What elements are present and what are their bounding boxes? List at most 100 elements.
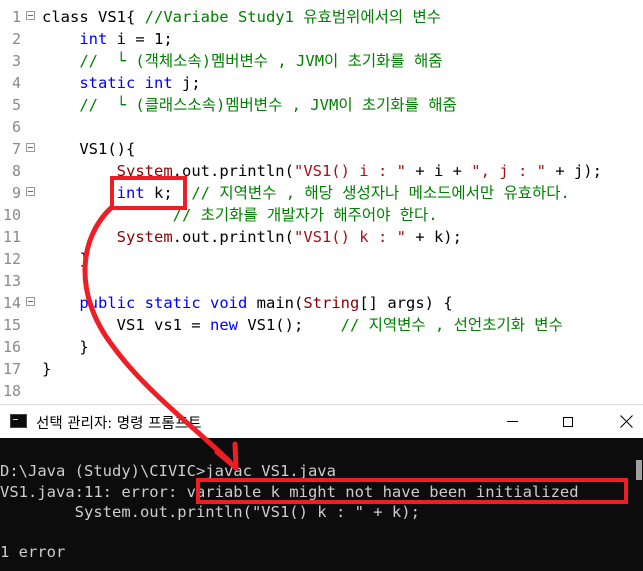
code-token: int: [144, 74, 173, 92]
line-number: 14: [2, 294, 21, 312]
console-scrollbar[interactable]: [634, 438, 643, 571]
console-line: 1 error: [0, 543, 66, 561]
console-output[interactable]: D:\Java (Study)\CIVIC>javac VS1.java VS1…: [0, 438, 643, 571]
code-line[interactable]: 2 int i = 1;: [0, 28, 643, 50]
close-button[interactable]: [603, 405, 643, 438]
code-token: // 지역변수 , 해당 생성자나 메소드에서만 유효하다.: [191, 184, 570, 202]
code-text: // └ (객체소속)멤버변수 , JVM이 초기화를 해줌: [42, 50, 443, 72]
code-line[interactable]: 17}: [0, 358, 643, 380]
line-number: 7: [11, 140, 21, 158]
code-line[interactable]: 6: [0, 116, 643, 138]
code-text: class VS1{ //Variabe Study1 유효범위에서의 변수: [42, 6, 441, 28]
line-number: 18: [2, 382, 21, 400]
code-token: + i +: [405, 162, 472, 180]
code-line[interactable]: 5 // └ (클래스소속)멤버변수 , JVM이 초기화를 해줌: [0, 94, 643, 116]
line-number: 9: [11, 184, 21, 202]
line-number: 15: [2, 316, 21, 334]
line-number: 4: [11, 74, 21, 92]
minimize-icon: [506, 421, 518, 422]
code-editor[interactable]: 1 class VS1{ //Variabe Study1 유효범위에서의 변수 2…: [0, 0, 643, 404]
code-token: j;: [172, 74, 201, 92]
code-line[interactable]: 13: [0, 270, 643, 292]
code-token: main(: [247, 294, 304, 312]
code-token: new: [209, 316, 238, 334]
fold-toggle-icon[interactable]: [26, 143, 35, 152]
fold-toggle-icon[interactable]: [26, 187, 35, 196]
line-number: 6: [11, 118, 21, 136]
window-titlebar[interactable]: 선택 관리자: 명령 프롬프트: [0, 404, 643, 438]
minimize-button[interactable]: [489, 405, 535, 438]
code-token: // └ (클래스소속)멤버변수 , JVM이 초기화를 해줌: [79, 96, 457, 114]
code-text: VS1(){: [42, 138, 135, 160]
line-number: 8: [11, 162, 21, 180]
code-token: // └ (객체소속)멤버변수 , JVM이 초기화를 해줌: [79, 52, 443, 70]
fold-toggle-icon[interactable]: [26, 297, 35, 306]
code-line[interactable]: 10 // 초기화를 개발자가 해주어야 한다.: [0, 204, 643, 226]
code-token: }: [42, 250, 89, 268]
line-number: 2: [11, 30, 21, 48]
code-token: String: [303, 294, 360, 312]
code-token: System: [116, 228, 173, 246]
window-title: 선택 관리자: 명령 프롬프트: [36, 416, 202, 432]
scrollbar-thumb[interactable]: [636, 460, 642, 480]
line-number: 11: [2, 228, 21, 246]
code-token: void: [210, 294, 248, 312]
line-number: 17: [2, 360, 21, 378]
maximize-icon: [563, 416, 573, 427]
code-token: class VS1{: [42, 8, 145, 26]
code-token: static: [144, 294, 201, 312]
code-line[interactable]: 18: [0, 380, 643, 402]
code-line[interactable]: 1 class VS1{ //Variabe Study1 유효범위에서의 변수: [0, 6, 643, 28]
code-line[interactable]: 7 VS1(){: [0, 138, 643, 160]
console-line: System.out.println("VS1() k : " + k);: [0, 503, 420, 521]
code-line[interactable]: 8 System.out.println("VS1() i : " + i + …: [0, 160, 643, 182]
code-line[interactable]: 11 System.out.println("VS1() k : " + k);: [0, 226, 643, 248]
code-token: VS1 vs1 =: [42, 316, 210, 334]
code-token: ", j : ": [471, 162, 546, 180]
line-number: 12: [2, 250, 21, 268]
fold-toggle-icon[interactable]: [26, 11, 35, 20]
code-text: // └ (클래스소속)멤버변수 , JVM이 초기화를 해줌: [42, 94, 457, 116]
code-token: .out.println(: [172, 162, 294, 180]
highlight-box-int-k: [110, 176, 187, 210]
code-token: public: [79, 294, 136, 312]
code-line[interactable]: 12 }: [0, 248, 643, 270]
code-line[interactable]: 9 int k; // 지역변수 , 해당 생성자나 메소드에서만 유효하다.: [0, 182, 643, 204]
line-number: 5: [11, 96, 21, 114]
code-token: .out.println(: [172, 228, 294, 246]
code-line[interactable]: 14 public static void main(String[] args…: [0, 292, 643, 314]
code-token: VS1();: [237, 316, 341, 334]
line-number: 10: [2, 206, 21, 224]
cmd-icon: [10, 414, 27, 428]
code-text: int i = 1;: [42, 28, 172, 50]
code-line[interactable]: 3 // └ (객체소속)멤버변수 , JVM이 초기화를 해줌: [0, 50, 643, 72]
code-token: }: [42, 338, 89, 356]
screenshot-root: 1 class VS1{ //Variabe Study1 유효범위에서의 변수 2…: [0, 0, 643, 571]
highlight-box-error-message: [196, 478, 628, 504]
line-number: 1: [11, 8, 21, 26]
line-number: 16: [2, 338, 21, 356]
code-token: //Variabe Study1 유효범위에서의 변수: [144, 8, 441, 26]
line-number: 3: [11, 52, 21, 70]
code-text: public static void main(String[] args) {: [42, 292, 453, 314]
code-token: + k);: [405, 228, 462, 246]
code-text: }: [42, 358, 51, 380]
maximize-button[interactable]: [545, 405, 591, 438]
code-token: [] args) {: [359, 294, 453, 312]
code-token: // 초기화를 개발자가 해주어야 한다.: [172, 206, 438, 224]
code-line[interactable]: 16 }: [0, 336, 643, 358]
code-line[interactable]: 4 static int j;: [0, 72, 643, 94]
code-token: + j);: [545, 162, 602, 180]
code-token: static: [79, 74, 136, 92]
code-line[interactable]: 15 VS1 vs1 = new VS1(); // 지역변수 , 선언초기화 …: [0, 314, 643, 336]
